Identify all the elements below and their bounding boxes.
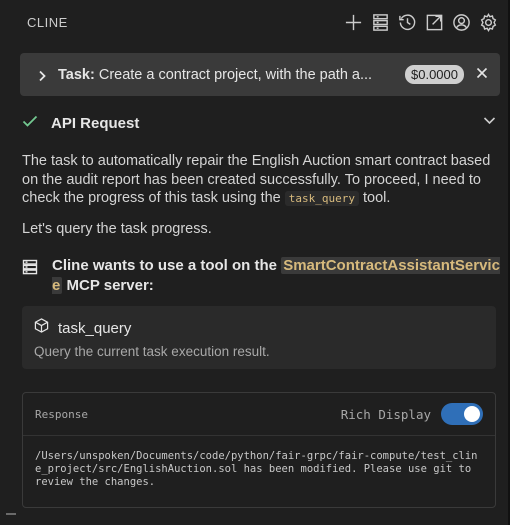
response-label: Response xyxy=(35,407,88,421)
tool-card: task_query Query the current task execut… xyxy=(22,306,496,369)
account-icon[interactable] xyxy=(452,13,471,32)
toggle-knob xyxy=(464,406,480,422)
plus-icon[interactable] xyxy=(344,13,363,32)
task-text: Task: Create a contract project, with th… xyxy=(58,67,399,83)
chevron-down-icon[interactable] xyxy=(483,114,496,132)
api-request-row[interactable]: API Request xyxy=(22,112,496,134)
close-icon[interactable] xyxy=(476,66,488,84)
mcp-tool-header: Cline wants to use a tool on the SmartCo… xyxy=(22,256,500,296)
header-icons xyxy=(344,12,498,32)
assistant-message-2: Let's query the task progress. xyxy=(22,221,212,237)
server-icon xyxy=(22,256,38,296)
inline-code: task_query xyxy=(284,191,359,206)
tool-description: Query the current task execution result. xyxy=(34,344,270,359)
response-text: /Users/unspoken/Documents/code/python/fa… xyxy=(35,450,478,488)
task-label: Task: xyxy=(58,66,95,83)
message-text-2: tool. xyxy=(358,190,391,206)
response-panel: Response Rich Display /Users/unspoken/Do… xyxy=(22,392,496,508)
task-header[interactable]: Task: Create a contract project, with th… xyxy=(20,53,500,96)
mcp-prefix: Cline wants to use a tool on the xyxy=(52,257,282,274)
server-stack-icon[interactable] xyxy=(371,13,390,32)
cube-icon xyxy=(34,318,49,338)
response-header: Response Rich Display xyxy=(23,393,495,436)
chevron-right-icon[interactable] xyxy=(36,69,48,81)
settings-icon[interactable] xyxy=(479,12,498,32)
popout-icon[interactable] xyxy=(425,13,444,32)
tool-name: task_query xyxy=(58,319,132,337)
scrollbar-handle[interactable] xyxy=(6,513,16,515)
cost-badge: $0.0000 xyxy=(405,65,464,84)
header: CLINE xyxy=(0,0,510,44)
rich-display-toggle[interactable] xyxy=(441,403,483,425)
mcp-request-text: Cline wants to use a tool on the SmartCo… xyxy=(52,256,500,296)
api-request-label: API Request xyxy=(51,114,140,132)
assistant-message: The task to automatically repair the Eng… xyxy=(22,152,500,209)
history-icon[interactable] xyxy=(398,13,417,32)
panel-title: CLINE xyxy=(27,14,68,30)
rich-display-label: Rich Display xyxy=(340,406,431,422)
mcp-suffix: MCP server: xyxy=(62,277,154,294)
task-description: Create a contract project, with the path… xyxy=(98,66,373,83)
check-icon xyxy=(22,113,38,134)
message-text-1: The task to automatically repair the Eng… xyxy=(22,153,491,206)
